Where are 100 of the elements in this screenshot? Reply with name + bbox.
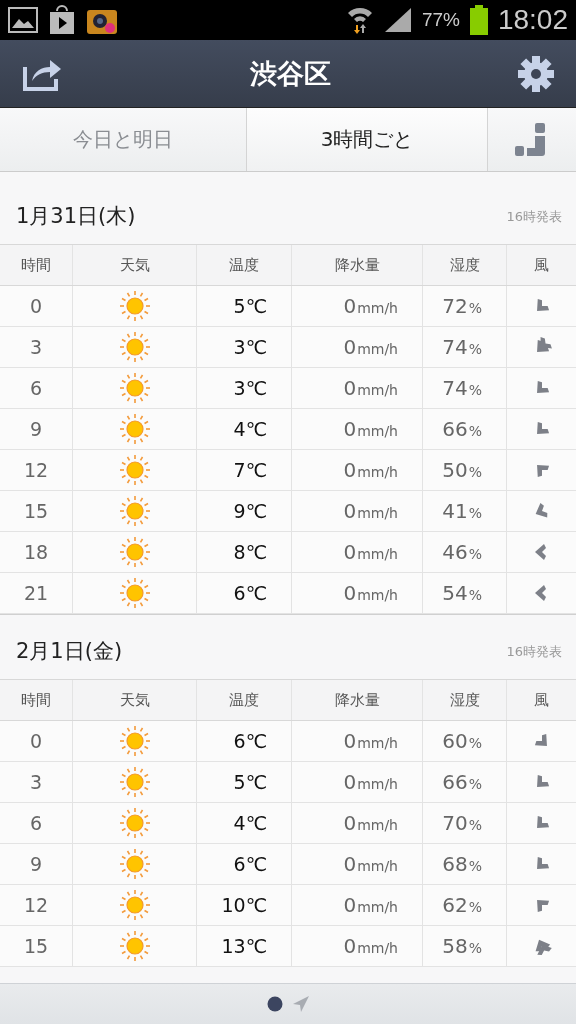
precipitation: 0 bbox=[343, 934, 357, 958]
page-dot[interactable] bbox=[267, 996, 283, 1012]
humidity-unit: % bbox=[468, 464, 482, 480]
play-store-icon bbox=[48, 5, 76, 35]
precipitation-unit: mm/h bbox=[357, 776, 398, 792]
humidity-unit: % bbox=[468, 423, 482, 439]
humidity: 66 bbox=[442, 417, 468, 441]
humidity: 74 bbox=[442, 335, 468, 359]
battery-percent: 77% bbox=[421, 9, 460, 31]
column-header: 湿度 bbox=[423, 245, 507, 285]
humidity-unit: % bbox=[468, 546, 482, 562]
time-cell: 6 bbox=[0, 368, 73, 408]
temperature: 9℃ bbox=[233, 500, 267, 522]
column-header: 天気 bbox=[73, 680, 197, 720]
date-heading: 2月1日(金) bbox=[16, 638, 123, 665]
precipitation: 0 bbox=[343, 376, 357, 400]
sun-icon bbox=[118, 577, 151, 609]
humidity: 70 bbox=[442, 811, 468, 835]
humidity-unit: % bbox=[468, 776, 482, 792]
humidity-unit: % bbox=[468, 735, 482, 751]
precipitation: 0 bbox=[343, 811, 357, 835]
precipitation-unit: mm/h bbox=[357, 817, 398, 833]
precipitation: 0 bbox=[343, 852, 357, 876]
precipitation-unit: mm/h bbox=[357, 341, 398, 357]
precipitation-unit: mm/h bbox=[357, 587, 398, 603]
battery-icon bbox=[469, 5, 488, 35]
precipitation: 0 bbox=[343, 729, 357, 753]
sun-icon bbox=[118, 413, 151, 445]
precipitation-unit: mm/h bbox=[357, 899, 398, 915]
humidity: 60 bbox=[442, 729, 468, 753]
clock: 18:02 bbox=[497, 4, 568, 36]
screen-title: 渋谷区 bbox=[249, 56, 331, 91]
sun-icon bbox=[118, 725, 151, 757]
sun-icon bbox=[118, 848, 151, 880]
sun-icon bbox=[118, 536, 151, 568]
column-header: 湿度 bbox=[423, 680, 507, 720]
sun-icon bbox=[118, 889, 151, 921]
sun-icon bbox=[118, 454, 151, 486]
gallery-icon bbox=[8, 7, 38, 33]
humidity: 58 bbox=[442, 934, 468, 958]
sun-icon bbox=[118, 766, 151, 798]
issued-time: 16時発表 bbox=[506, 208, 562, 226]
humidity: 62 bbox=[442, 893, 468, 917]
time-cell: 6 bbox=[0, 803, 73, 843]
column-header: 温度 bbox=[197, 680, 292, 720]
column-header: 降水量 bbox=[292, 245, 423, 285]
precipitation: 0 bbox=[343, 499, 357, 523]
humidity: 46 bbox=[442, 540, 468, 564]
precipitation-unit: mm/h bbox=[357, 300, 398, 316]
precipitation: 0 bbox=[343, 417, 357, 441]
time-cell: 12 bbox=[0, 885, 73, 925]
temperature: 10℃ bbox=[221, 894, 267, 916]
temperature: 4℃ bbox=[233, 812, 267, 834]
humidity: 74 bbox=[442, 376, 468, 400]
humidity-unit: % bbox=[468, 940, 482, 956]
precipitation-unit: mm/h bbox=[357, 505, 398, 521]
tab[interactable]: 3時間ごと bbox=[247, 108, 488, 171]
humidity-unit: % bbox=[468, 341, 482, 357]
time-cell: 15 bbox=[0, 926, 73, 966]
humidity: 66 bbox=[442, 770, 468, 794]
humidity: 41 bbox=[442, 499, 468, 523]
precipitation: 0 bbox=[343, 581, 357, 605]
column-header: 天気 bbox=[73, 245, 197, 285]
temperature: 3℃ bbox=[233, 336, 267, 358]
sun-icon bbox=[118, 331, 151, 363]
column-header: 降水量 bbox=[292, 680, 423, 720]
temperature: 8℃ bbox=[233, 541, 267, 563]
time-cell: 0 bbox=[0, 721, 73, 761]
time-cell: 3 bbox=[0, 327, 73, 367]
sun-icon bbox=[118, 372, 151, 404]
time-cell: 9 bbox=[0, 844, 73, 884]
humidity-unit: % bbox=[468, 858, 482, 874]
column-header: 温度 bbox=[197, 245, 292, 285]
column-header: 時間 bbox=[0, 680, 73, 720]
temperature: 6℃ bbox=[233, 853, 267, 875]
humidity-unit: % bbox=[468, 505, 482, 521]
precipitation: 0 bbox=[343, 540, 357, 564]
column-header: 風 bbox=[533, 254, 550, 276]
humidity-unit: % bbox=[468, 817, 482, 833]
sun-icon bbox=[118, 290, 151, 322]
temperature: 6℃ bbox=[233, 730, 267, 752]
time-cell: 18 bbox=[0, 532, 73, 572]
column-header: 時間 bbox=[0, 245, 73, 285]
humidity-unit: % bbox=[468, 587, 482, 603]
sun-icon bbox=[118, 495, 151, 527]
time-cell: 3 bbox=[0, 762, 73, 802]
precipitation-unit: mm/h bbox=[357, 423, 398, 439]
time-cell: 0 bbox=[0, 286, 73, 326]
precipitation: 0 bbox=[343, 893, 357, 917]
humidity: 68 bbox=[442, 852, 468, 876]
temperature: 4℃ bbox=[233, 418, 267, 440]
column-header: 風 bbox=[533, 689, 550, 711]
precipitation-unit: mm/h bbox=[357, 858, 398, 874]
precipitation: 0 bbox=[343, 458, 357, 482]
precipitation: 0 bbox=[343, 770, 357, 794]
temperature: 5℃ bbox=[233, 771, 267, 793]
issued-time: 16時発表 bbox=[506, 643, 562, 661]
sun-icon bbox=[118, 807, 151, 839]
temperature: 13℃ bbox=[221, 935, 267, 957]
settings-icon[interactable] bbox=[518, 55, 554, 92]
